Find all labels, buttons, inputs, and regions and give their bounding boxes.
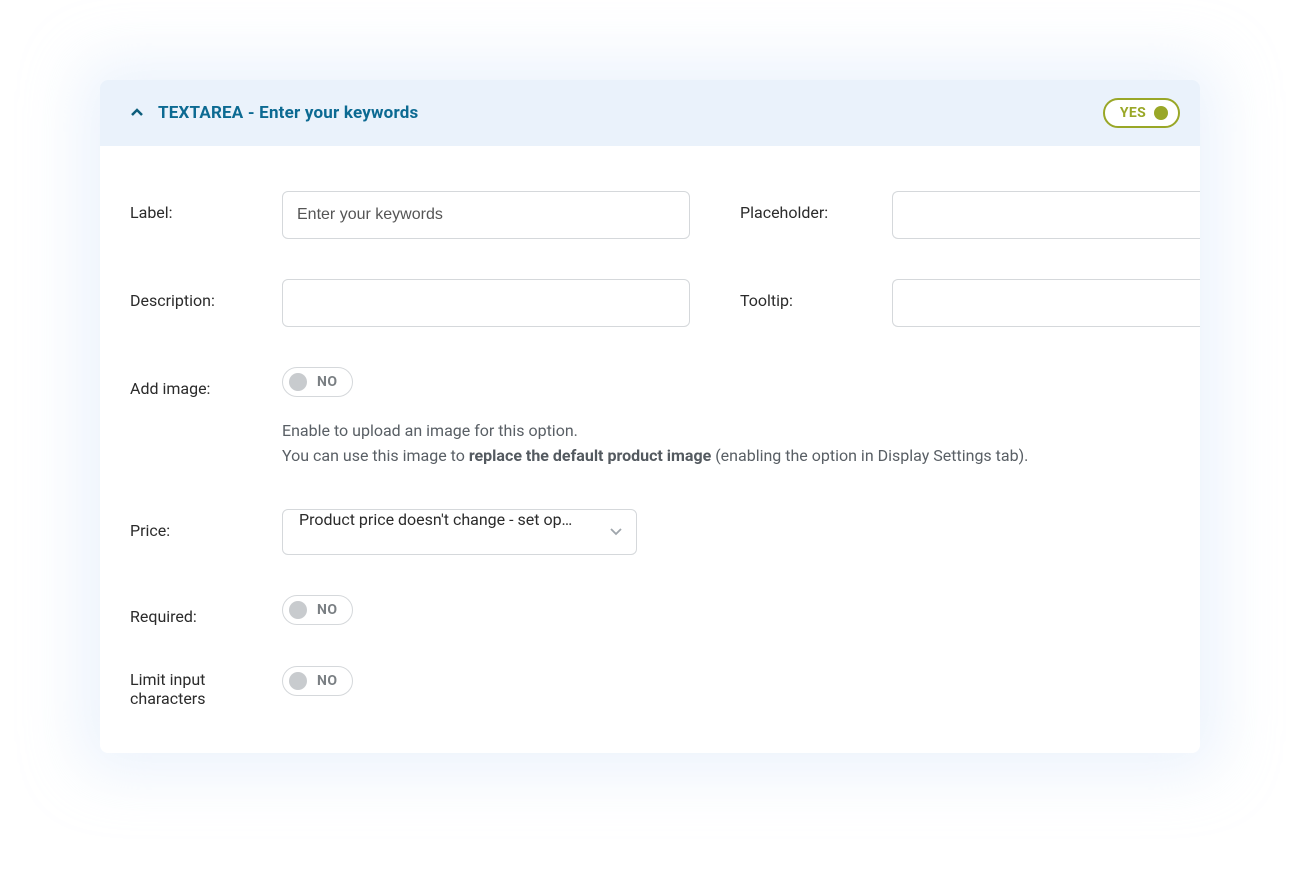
label-add-image: Add image: [130, 367, 262, 398]
label-price: Price: [130, 509, 262, 540]
add-image-toggle[interactable]: NO [282, 367, 353, 397]
description-input[interactable] [282, 279, 690, 327]
help-line2-bold: replace the default product image [469, 446, 711, 465]
toggle-dot-icon [289, 601, 307, 619]
tooltip-input[interactable] [892, 279, 1200, 327]
field-required: Required: NO [130, 595, 353, 626]
field-description: Description: [130, 279, 690, 327]
row-limit-chars: Limit input characters NO [130, 666, 1200, 708]
label-description: Description: [130, 279, 262, 310]
toggle-dot-icon [289, 373, 307, 391]
add-image-toggle-label: NO [317, 374, 338, 390]
help-line2: You can use this image to replace the de… [282, 444, 1028, 469]
limit-chars-toggle[interactable]: NO [282, 666, 353, 696]
add-image-help-text: Enable to upload an image for this optio… [282, 419, 1028, 469]
help-line2-post: (enabling the option in Display Settings… [711, 446, 1028, 465]
header-left: TEXTAREA - Enter your keywords [130, 103, 418, 123]
chevron-up-icon [130, 106, 144, 120]
label-label: Label: [130, 191, 262, 222]
badge-dot-icon [1154, 106, 1168, 120]
required-toggle-label: NO [317, 602, 338, 618]
toggle-dot-icon [289, 672, 307, 690]
price-select-wrap: Product price doesn't change - set op… [282, 509, 637, 555]
enabled-badge-label: YES [1120, 105, 1146, 121]
price-select[interactable]: Product price doesn't change - set op… [282, 509, 637, 555]
required-toggle[interactable]: NO [282, 595, 353, 625]
panel-body: Label: Placeholder: Description: Tooltip… [100, 146, 1200, 753]
label-limit-chars: Limit input characters [130, 666, 262, 708]
field-placeholder: Placeholder: [740, 191, 1200, 239]
label-placeholder: Placeholder: [740, 191, 872, 222]
field-tooltip: Tooltip: [740, 279, 1200, 327]
row-add-image: Add image: NO Enable to upload an image … [130, 367, 1200, 469]
help-line1: Enable to upload an image for this optio… [282, 419, 1028, 444]
label-input[interactable] [282, 191, 690, 239]
label-required: Required: [130, 595, 262, 626]
row-required: Required: NO [130, 595, 1200, 626]
placeholder-input[interactable] [892, 191, 1200, 239]
field-price: Price: Product price doesn't change - se… [130, 509, 637, 555]
field-label: Label: [130, 191, 690, 239]
field-limit-chars: Limit input characters NO [130, 666, 353, 708]
row-price: Price: Product price doesn't change - se… [130, 509, 1200, 555]
panel-title: TEXTAREA - Enter your keywords [158, 103, 418, 123]
row-description-tooltip: Description: Tooltip: [130, 279, 1200, 327]
settings-panel: TEXTAREA - Enter your keywords YES Label… [100, 80, 1200, 753]
help-line2-pre: You can use this image to [282, 446, 469, 465]
enabled-badge[interactable]: YES [1103, 98, 1180, 128]
row-label-placeholder: Label: Placeholder: [130, 191, 1200, 239]
limit-chars-toggle-label: NO [317, 673, 338, 689]
field-add-image: Add image: NO Enable to upload an image … [130, 367, 1028, 469]
label-tooltip: Tooltip: [740, 279, 872, 310]
panel-header[interactable]: TEXTAREA - Enter your keywords YES [100, 80, 1200, 146]
